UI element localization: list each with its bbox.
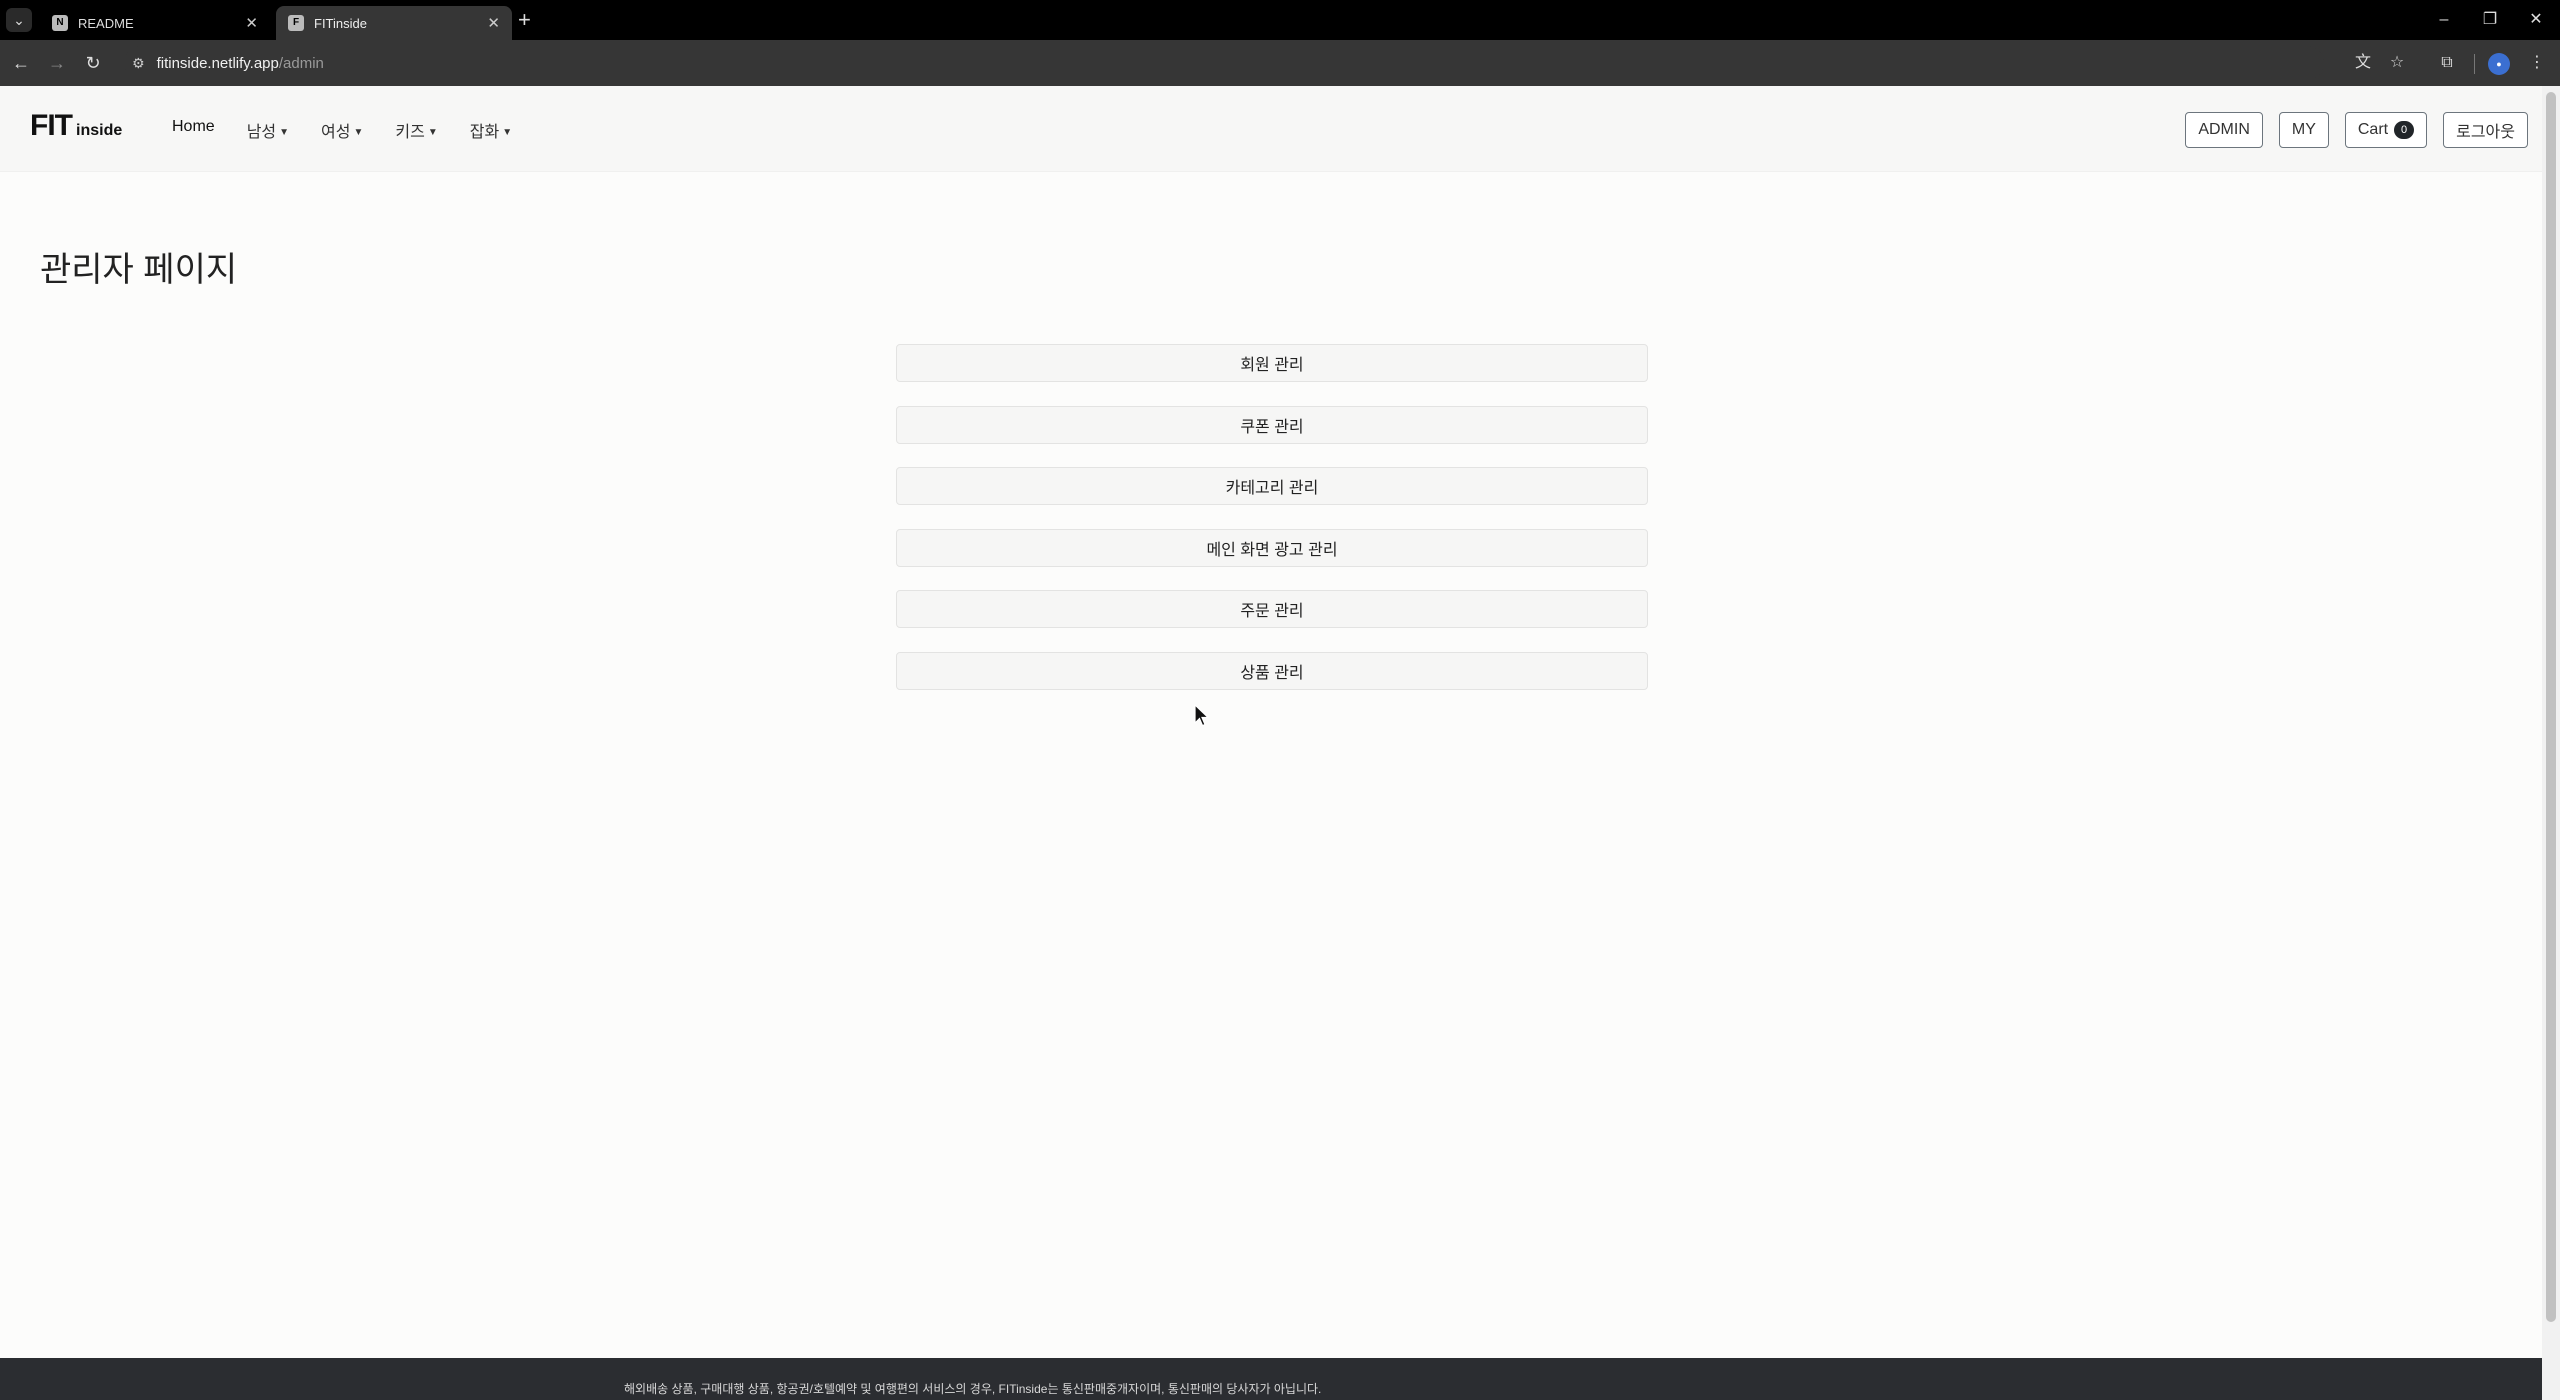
product-management-button[interactable]: 상품 관리 xyxy=(896,651,1648,690)
nav-dropdown-label: 남성 xyxy=(246,124,277,141)
page-scrollbar[interactable] xyxy=(2542,86,2560,1400)
page-title: 관리자 페이지 xyxy=(40,251,238,289)
tab-readme[interactable]: N README ✕ xyxy=(40,6,270,40)
my-page-button[interactable]: MY xyxy=(2278,112,2329,148)
more-menu-icon[interactable]: ⋮ xyxy=(2524,50,2550,76)
new-tab-button[interactable]: + xyxy=(518,6,531,34)
site-info-icon[interactable]: ⚙ xyxy=(132,55,145,72)
nav-dropdown-goods[interactable]: 잡화 ▼ xyxy=(470,118,512,142)
member-management-button[interactable]: 회원 관리 xyxy=(896,344,1648,382)
close-icon[interactable]: ✕ xyxy=(487,14,500,32)
logout-button[interactable]: 로그아웃 xyxy=(2443,112,2528,148)
toolbar-divider xyxy=(2474,54,2475,74)
browser-tab-strip: ⌄ N README ✕ F FITinside ✕ + – ❐ ✕ xyxy=(0,0,2560,40)
admin-menu-list: 회원 관리 쿠폰 관리 카테고리 관리 메인 화면 광고 관리 주문 관리 상품… xyxy=(896,344,1648,713)
nav-link-home[interactable]: Home xyxy=(172,118,215,142)
navbar-buttons: ADMIN MY Cart 0 로그아웃 xyxy=(2185,112,2528,148)
caret-down-icon: ▼ xyxy=(279,127,290,139)
tab-fitinside[interactable]: F FITinside ✕ xyxy=(276,6,512,40)
cart-label: Cart xyxy=(2357,121,2389,138)
translate-icon[interactable]: 文 xyxy=(2350,50,2376,76)
restore-icon[interactable]: ❐ xyxy=(2470,6,2510,34)
web-page: FIT inside Home 남성 ▼ 여성 ▼ 키즈 ▼ 잡화 ▼ ADMIN MY… xyxy=(0,86,2542,1400)
main-banner-management-button[interactable]: 메인 화면 광고 관리 xyxy=(896,528,1648,567)
logo-main-text: FIT xyxy=(30,109,73,142)
logo-sub-text: inside xyxy=(76,122,123,139)
footer-notice: 해외배송 상품, 구매대행 상품, 항공권/호텔예약 및 여행편의 서비스의 경… xyxy=(624,1382,1322,1396)
site-navbar: FIT inside Home 남성 ▼ 여성 ▼ 키즈 ▼ 잡화 ▼ ADMIN MY… xyxy=(0,86,2542,172)
back-icon[interactable]: ← xyxy=(8,50,34,76)
minimize-icon[interactable]: – xyxy=(2424,6,2464,34)
nav-dropdown-women[interactable]: 여성 ▼ xyxy=(321,118,363,142)
notion-icon: N xyxy=(52,15,68,31)
site-icon: F xyxy=(288,15,304,31)
profile-avatar-icon[interactable]: ● xyxy=(2488,53,2510,75)
caret-down-icon: ▼ xyxy=(427,127,438,139)
caret-down-icon: ▼ xyxy=(353,127,364,139)
forward-icon[interactable]: → xyxy=(44,50,70,76)
tab-label: README xyxy=(78,15,134,31)
nav-dropdown-men[interactable]: 남성 ▼ xyxy=(247,118,289,142)
category-management-button[interactable]: 카테고리 관리 xyxy=(896,467,1648,505)
address-bar[interactable]: ⚙ fitinside.netlify.app/admin xyxy=(124,46,2324,80)
nav-dropdown-kids[interactable]: 키즈 ▼ xyxy=(395,118,437,142)
scrollbar-thumb[interactable] xyxy=(2546,92,2556,1322)
coupon-management-button[interactable]: 쿠폰 관리 xyxy=(896,405,1648,444)
tab-search-icon[interactable]: ⌄ xyxy=(6,8,32,32)
caret-down-icon: ▼ xyxy=(502,127,513,139)
window-close-icon[interactable]: ✕ xyxy=(2516,6,2556,34)
close-icon[interactable]: ✕ xyxy=(245,14,258,32)
tab-label: FITinside xyxy=(314,15,367,31)
nav-dropdown-label: 여성 xyxy=(321,124,351,141)
url-path: /admin xyxy=(278,54,324,72)
site-footer: 해외배송 상품, 구매대행 상품, 항공권/호텔예약 및 여행편의 서비스의 경… xyxy=(0,1358,2542,1400)
cart-button[interactable]: Cart 0 xyxy=(2344,112,2428,148)
order-management-button[interactable]: 주문 관리 xyxy=(896,590,1648,628)
browser-toolbar: ← → ↻ ⚙ fitinside.netlify.app/admin 文 ☆ … xyxy=(0,40,2560,86)
site-logo[interactable]: FIT inside xyxy=(30,109,123,142)
reload-icon[interactable]: ↻ xyxy=(80,50,106,76)
extensions-icon[interactable]: ⧉ xyxy=(2434,50,2460,76)
admin-button[interactable]: ADMIN xyxy=(2185,112,2263,148)
cart-count-badge: 0 xyxy=(2394,121,2415,139)
nav-links: Home 남성 ▼ 여성 ▼ 키즈 ▼ 잡화 ▼ xyxy=(172,118,512,142)
url-host: fitinside.netlify.app xyxy=(156,54,279,72)
nav-dropdown-label: 키즈 xyxy=(395,124,425,141)
nav-dropdown-label: 잡화 xyxy=(469,124,500,141)
bookmark-star-icon[interactable]: ☆ xyxy=(2384,50,2410,76)
